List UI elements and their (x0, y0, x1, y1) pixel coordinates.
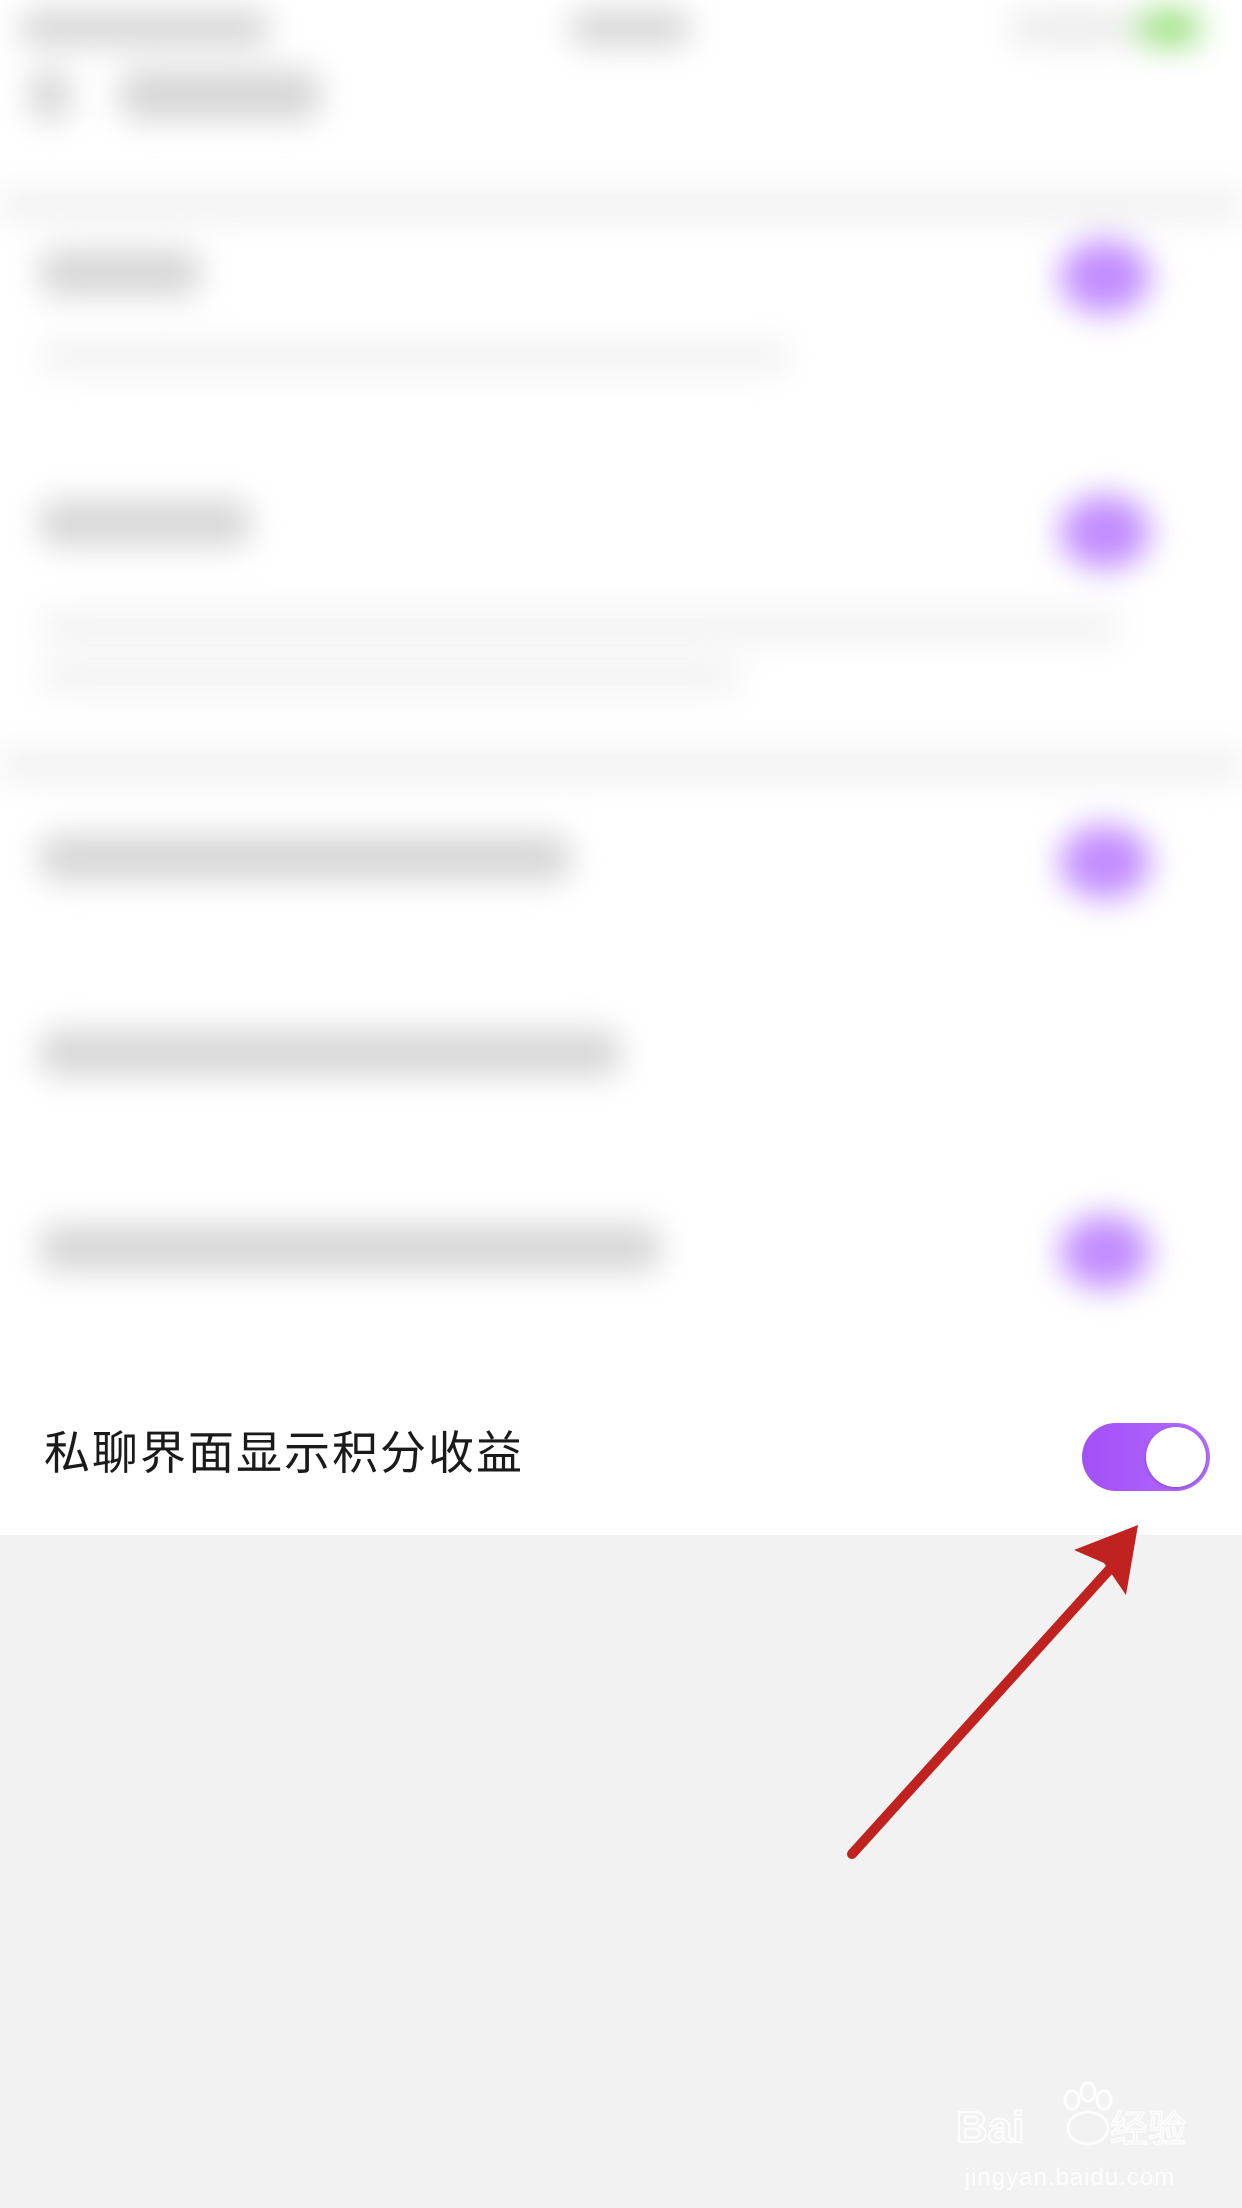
watermark-url: jingyan.baidu.com (964, 2164, 1176, 2191)
status-bar-right (1010, 10, 1140, 46)
baidu-logo-icon: Bai 经验 (955, 2081, 1187, 2153)
svg-text:Bai: Bai (956, 2103, 1024, 2152)
row4-title (40, 1030, 620, 1076)
row2-title (40, 500, 250, 546)
blur-layer (0, 0, 1242, 1375)
nav-divider (0, 190, 1242, 220)
row2-desc (40, 610, 1120, 644)
row5-toggle (1060, 1215, 1150, 1289)
baidu-jingyan-watermark: Bai 经验 jingyan.baidu.com (950, 2070, 1190, 2191)
battery-icon (1140, 10, 1200, 46)
back-icon (30, 70, 70, 120)
toggle-knob (1146, 1427, 1206, 1487)
status-bar-time (570, 10, 690, 46)
row1-title (40, 250, 200, 296)
arrow-head (1074, 1525, 1138, 1595)
blurred-settings-area (0, 0, 1242, 1375)
row3-title (40, 835, 570, 881)
svg-text:经验: 经验 (1110, 2107, 1186, 2151)
nav-title (120, 70, 320, 120)
section-divider (0, 750, 1242, 780)
row2-toggle (1060, 495, 1150, 569)
points-display-toggle[interactable] (1082, 1423, 1210, 1491)
row5-title (40, 1225, 660, 1271)
arrow-shaft (847, 1555, 1123, 1859)
status-bar-left (20, 10, 270, 46)
setting-row-private-chat-points[interactable]: 私聊界面显示积分收益 (0, 1375, 1242, 1535)
row1-toggle (1060, 240, 1150, 314)
screen: 私聊界面显示积分收益 Bai 经验 jingyan.baidu.com (0, 0, 1242, 2208)
row1-desc (40, 340, 790, 374)
setting-label: 私聊界面显示积分收益 (44, 1426, 524, 1480)
row2-desc-2 (40, 660, 740, 694)
row3-toggle (1060, 825, 1150, 899)
